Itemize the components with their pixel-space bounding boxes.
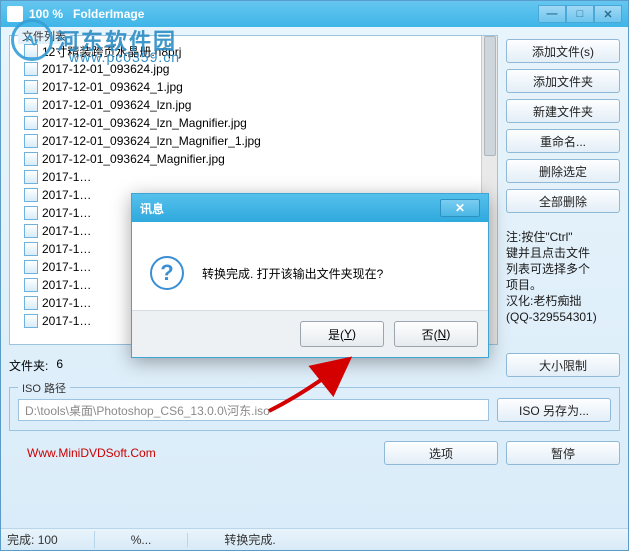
dialog-titlebar[interactable]: 讯息 ✕: [132, 194, 488, 222]
iso-path-panel: ISO 路径 ISO 另存为...: [9, 387, 620, 431]
file-name: 2017-1…: [42, 188, 91, 202]
message-dialog: 讯息 ✕ ? 转换完成. 打开该输出文件夹现在? 是(Y) 否(N): [131, 193, 489, 358]
side-buttons: 添加文件(s) 添加文件夹 新建文件夹 重命名... 删除选定 全部删除 注:按…: [506, 35, 620, 345]
file-icon: [24, 188, 38, 202]
dialog-no-button[interactable]: 否(N): [394, 321, 478, 347]
file-icon: [24, 62, 38, 76]
scrollbar-thumb[interactable]: [484, 36, 496, 156]
file-icon: [24, 116, 38, 130]
new-folder-button[interactable]: 新建文件夹: [506, 99, 620, 123]
dialog-body: ? 转换完成. 打开该输出文件夹现在?: [132, 222, 488, 310]
file-name: 2017-1…: [42, 260, 91, 274]
delete-selected-button[interactable]: 删除选定: [506, 159, 620, 183]
file-icon: [24, 44, 38, 58]
file-icon: [24, 134, 38, 148]
dialog-buttons: 是(Y) 否(N): [132, 310, 488, 357]
file-name: 2017-1…: [42, 224, 91, 238]
file-icon: [24, 206, 38, 220]
titlebar[interactable]: 100 % FolderImage — □ ✕: [1, 1, 628, 27]
status-bar: 完成: 100 %... 转换完成.: [1, 528, 628, 550]
file-name: 2017-12-01_093624_lzn_Magnifier.jpg: [42, 116, 247, 130]
list-item[interactable]: 2017-12-01_093624_Magnifier.jpg: [14, 150, 493, 168]
iso-label: ISO 路径: [18, 380, 70, 396]
delete-all-button[interactable]: 全部删除: [506, 189, 620, 213]
rename-button[interactable]: 重命名...: [506, 129, 620, 153]
list-item[interactable]: 2017-12-01_093624_lzn_Magnifier_1.jpg: [14, 132, 493, 150]
file-icon: [24, 242, 38, 256]
file-icon: [24, 314, 38, 328]
folders-label: 文件夹:: [9, 357, 48, 374]
file-name: 2017-1…: [42, 206, 91, 220]
file-name: 2017-1…: [42, 296, 91, 310]
add-folder-button[interactable]: 添加文件夹: [506, 69, 620, 93]
footer-row: Www.MiniDVDSoft.Com 选项 暂停: [9, 441, 620, 465]
file-name: 2017-1…: [42, 242, 91, 256]
file-name: 2017-12-01_093624.jpg: [42, 62, 169, 76]
file-name: 2017-1…: [42, 170, 91, 184]
file-icon: [24, 224, 38, 238]
file-icon: [24, 260, 38, 274]
dialog-message: 转换完成. 打开该输出文件夹现在?: [202, 265, 383, 282]
folders-value: 6: [56, 357, 63, 374]
app-window: 100 % FolderImage — □ ✕ ∿ 河东软件园 www.pc03…: [0, 0, 629, 551]
file-list-label: 文件列表: [18, 28, 70, 44]
file-icon: [24, 278, 38, 292]
window-controls: — □ ✕: [538, 5, 622, 23]
file-name: 2017-12-01_093624_lzn_Magnifier_1.jpg: [42, 134, 261, 148]
dialog-close-button[interactable]: ✕: [440, 199, 480, 217]
file-name: 2017-1…: [42, 314, 91, 328]
list-item[interactable]: 2017-12-01_093624.jpg: [14, 60, 493, 78]
add-files-button[interactable]: 添加文件(s): [506, 39, 620, 63]
vendor-url: Www.MiniDVDSoft.Com: [9, 446, 376, 460]
list-item[interactable]: 12寸精装跨页水晶册.n8prj: [14, 42, 493, 60]
options-button[interactable]: 选项: [384, 441, 498, 465]
status-message: 转换完成.: [224, 531, 275, 548]
list-item[interactable]: 2017-12-01_093624_1.jpg: [14, 78, 493, 96]
file-name: 2017-12-01_093624_lzn.jpg: [42, 98, 191, 112]
title-percent: 100 %: [29, 7, 63, 21]
dialog-title: 讯息: [140, 200, 164, 217]
pause-button[interactable]: 暂停: [506, 441, 620, 465]
dialog-yes-button[interactable]: 是(Y): [300, 321, 384, 347]
minimize-button[interactable]: —: [538, 5, 566, 23]
tip-text: 注:按住"Ctrl" 键并且点击文件 列表可选择多个 项目。 汉化:老朽痴拙 (…: [506, 229, 620, 325]
file-name: 12寸精装跨页水晶册.n8prj: [42, 43, 181, 60]
question-icon: ?: [150, 256, 184, 290]
file-icon: [24, 296, 38, 310]
file-name: 2017-12-01_093624_Magnifier.jpg: [42, 152, 225, 166]
close-button[interactable]: ✕: [594, 5, 622, 23]
iso-save-as-button[interactable]: ISO 另存为...: [497, 398, 611, 422]
file-icon: [24, 98, 38, 112]
file-name: 2017-1…: [42, 278, 91, 292]
list-item[interactable]: 2017-1…: [14, 168, 493, 186]
list-item[interactable]: 2017-12-01_093624_lzn.jpg: [14, 96, 493, 114]
maximize-button[interactable]: □: [566, 5, 594, 23]
size-limit-button[interactable]: 大小限制: [506, 353, 620, 377]
file-icon: [24, 80, 38, 94]
file-name: 2017-12-01_093624_1.jpg: [42, 80, 183, 94]
iso-path-input[interactable]: [18, 399, 489, 421]
list-item[interactable]: 2017-12-01_093624_lzn_Magnifier.jpg: [14, 114, 493, 132]
file-icon: [24, 152, 38, 166]
app-icon: [7, 6, 23, 22]
file-icon: [24, 170, 38, 184]
app-title: FolderImage: [73, 7, 538, 21]
